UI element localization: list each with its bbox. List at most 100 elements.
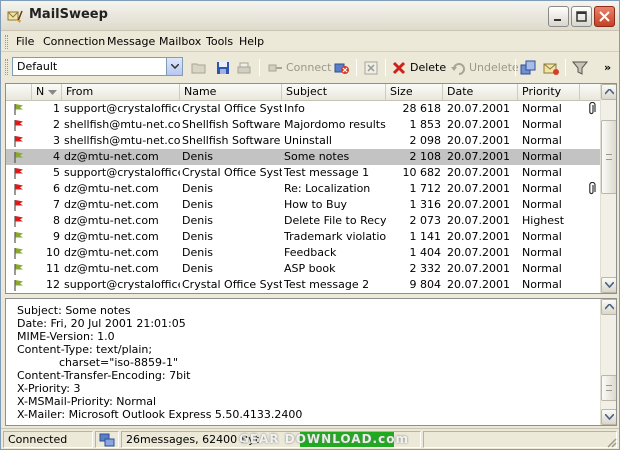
account-select[interactable]: Default xyxy=(12,57,183,76)
maximize-button[interactable] xyxy=(571,6,592,27)
header-number-label: N xyxy=(36,85,45,98)
flag-red-icon[interactable] xyxy=(13,199,25,211)
cell-from: dz@mtu-net.com xyxy=(64,230,159,243)
table-row[interactable]: 9 dz@mtu-net.com Denis Trademark violation 1… xyxy=(6,229,602,245)
header-number[interactable]: N xyxy=(32,84,62,101)
cell-date: 20.07.2001 xyxy=(447,246,510,259)
header-flag[interactable] xyxy=(6,84,32,101)
sort-desc-icon xyxy=(48,90,57,95)
table-row[interactable]: 11 dz@mtu-net.com Denis ASP book 2 332 20.07.… xyxy=(6,261,602,277)
table-row[interactable]: 3 shellfish@mtu-net.com Shellfish Software… xyxy=(6,133,602,149)
header-size[interactable]: Size xyxy=(386,84,443,101)
menu-mailbox[interactable]: Mailbox xyxy=(159,35,201,48)
flag-red-icon[interactable] xyxy=(13,215,25,227)
message-list[interactable]: N From Name Subject Size Date Priority 1… xyxy=(5,83,617,294)
menu-grip[interactable] xyxy=(5,35,8,49)
menu-connection[interactable]: Connection xyxy=(43,35,105,48)
cell-from: shellfish@mtu-net.com xyxy=(64,134,180,147)
minimize-button[interactable] xyxy=(548,6,569,27)
preview-scroll-up-button[interactable] xyxy=(601,299,616,315)
list-scroll-down-button[interactable] xyxy=(601,277,616,293)
toolbar-separator xyxy=(515,59,516,76)
cell-name: Denis xyxy=(182,214,213,227)
toolbar-grip[interactable] xyxy=(5,59,8,75)
cell-from: dz@mtu-net.com xyxy=(64,214,159,227)
preview-scroll-down-button[interactable] xyxy=(601,409,616,425)
close-button[interactable] xyxy=(594,6,615,27)
network-status xyxy=(95,431,119,448)
table-row[interactable]: 7 dz@mtu-net.com Denis How to Buy 1 316 20.07… xyxy=(6,197,602,213)
title-bar[interactable]: MailSweep xyxy=(1,1,619,31)
table-row[interactable]: 1 support@crystaloffice.coCrystal Office … xyxy=(6,101,602,117)
stop-button[interactable] xyxy=(363,58,379,77)
flag-red-icon[interactable] xyxy=(13,135,25,147)
delete-button[interactable]: Delete xyxy=(391,58,446,77)
flag-green-icon[interactable] xyxy=(13,263,25,275)
flag-green-icon[interactable] xyxy=(13,231,25,243)
mail-filter-button[interactable] xyxy=(543,58,559,77)
connection-status: Connected xyxy=(3,431,93,448)
app-broom-icon xyxy=(7,10,23,23)
table-row[interactable]: 12 support@crystaloffice.coCrystal Office… xyxy=(6,277,602,293)
table-row[interactable]: 6 dz@mtu-net.com Denis Re: Localization 1 71… xyxy=(6,181,602,197)
flag-red-icon[interactable] xyxy=(13,183,25,195)
flag-green-icon[interactable] xyxy=(13,279,25,291)
menu-help[interactable]: Help xyxy=(239,35,264,48)
header-from[interactable]: From xyxy=(62,84,180,101)
list-scrollbar[interactable] xyxy=(600,84,616,293)
menu-bar: File Connection Message Mailbox Tools He… xyxy=(1,32,619,52)
cell-size: 2 108 xyxy=(409,150,442,163)
list-scroll-up-button[interactable] xyxy=(601,84,616,100)
chevron-down-icon xyxy=(605,282,614,288)
cell-from: support@crystaloffice.co xyxy=(64,166,180,179)
flag-green-icon[interactable] xyxy=(13,247,25,259)
message-preview[interactable]: Subject: Some notes Date: Fri, 20 Jul 200… xyxy=(5,298,617,426)
cell-date: 20.07.2001 xyxy=(447,150,510,163)
cell-size: 1 141 xyxy=(409,230,442,243)
header-attachment[interactable] xyxy=(580,84,602,101)
table-row[interactable]: 5 support@crystaloffice.coCrystal Office … xyxy=(6,165,602,181)
flag-green-icon[interactable] xyxy=(13,103,25,115)
cell-name: Denis xyxy=(182,246,213,259)
menu-message[interactable]: Message xyxy=(107,35,155,48)
table-row[interactable]: 8 dz@mtu-net.com Denis Delete File to Recyc… xyxy=(6,213,602,229)
menu-file[interactable]: File xyxy=(16,35,34,48)
cell-size: 10 682 xyxy=(402,166,442,179)
list-scroll-thumb[interactable] xyxy=(601,120,616,194)
cell-date: 20.07.2001 xyxy=(447,262,510,275)
resize-grip-icon[interactable] xyxy=(605,436,617,448)
flag-green-icon[interactable] xyxy=(13,151,25,163)
account-dropdown-button[interactable] xyxy=(166,58,182,75)
flag-red-icon[interactable] xyxy=(13,119,25,131)
cell-date: 20.07.2001 xyxy=(447,134,510,147)
preview-line: X-Mailer: Microsoft Outlook Express 5.50… xyxy=(17,408,303,421)
connect-button[interactable]: Connect xyxy=(267,58,331,77)
preview-scrollbar[interactable] xyxy=(600,299,616,425)
table-row[interactable]: 10 dz@mtu-net.com Denis Feedback 1 404 20.07.… xyxy=(6,245,602,261)
header-name[interactable]: Name xyxy=(180,84,282,101)
undelete-button[interactable]: Undelete xyxy=(450,58,519,77)
header-subject[interactable]: Subject xyxy=(282,84,386,101)
preview-scroll-thumb[interactable] xyxy=(601,375,616,401)
undelete-label: Undelete xyxy=(469,61,519,74)
status-bar: Connected 26messages, 62400 Byt GEAR DOW… xyxy=(1,428,619,450)
cell-name: Crystal Office System xyxy=(182,278,282,291)
menu-tools[interactable]: Tools xyxy=(206,35,233,48)
table-row[interactable]: 2 shellfish@mtu-net.com Shellfish Software… xyxy=(6,117,602,133)
header-date[interactable]: Date xyxy=(443,84,518,101)
disconnect-button[interactable] xyxy=(334,58,350,77)
cell-n: 8 xyxy=(53,214,60,227)
window-title: MailSweep xyxy=(29,7,108,22)
header-priority[interactable]: Priority xyxy=(518,84,580,101)
folder-open-icon xyxy=(191,63,206,73)
cell-subject: Majordomo results xyxy=(284,118,386,131)
open-button[interactable] xyxy=(191,58,207,77)
flag-red-icon[interactable] xyxy=(13,167,25,179)
copy-messages-button[interactable] xyxy=(520,58,536,77)
preview-line: Subject: Some notes xyxy=(17,304,131,317)
print-button[interactable] xyxy=(236,58,252,77)
save-button[interactable] xyxy=(215,58,231,77)
filter-button[interactable] xyxy=(572,58,588,77)
toolbar-overflow-button[interactable]: » xyxy=(604,58,611,77)
table-row[interactable]: 4 dz@mtu-net.com Denis Some notes 2 108 20.07… xyxy=(6,149,602,165)
